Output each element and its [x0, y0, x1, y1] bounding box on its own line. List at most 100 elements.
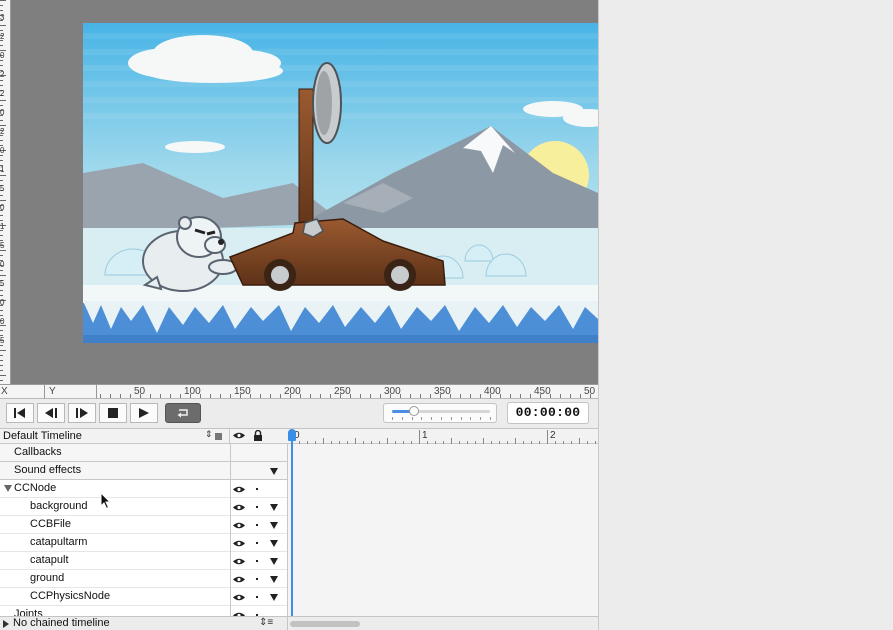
- disclosure-triangle-icon[interactable]: [4, 485, 12, 492]
- ruler-tick: [0, 175, 6, 176]
- keyframe-lane[interactable]: [288, 516, 598, 534]
- timeline-selector[interactable]: Default Timeline ⇕: [0, 429, 230, 444]
- timeline-row-sound-effects[interactable]: Sound effects: [0, 462, 598, 480]
- ruler-tick: [0, 155, 3, 156]
- ruler-tick: [360, 394, 361, 398]
- node-name-label: background: [30, 500, 88, 512]
- time-scale-label: 2: [550, 430, 556, 441]
- visibility-eye-icon[interactable]: [233, 575, 245, 584]
- timeline-row-catapultarm[interactable]: catapultarm: [0, 534, 598, 552]
- lock-toggle[interactable]: [256, 542, 258, 544]
- playback-speed-slider[interactable]: [383, 403, 497, 423]
- speed-slider-knob[interactable]: [408, 406, 419, 416]
- column-divider: [230, 552, 231, 570]
- ruler-tick-label: 0: [0, 108, 5, 117]
- ruler-tick-label: 0: [0, 317, 5, 326]
- lock-toggle[interactable]: [256, 560, 258, 562]
- ruler-tick: [510, 394, 511, 398]
- timeline-row-ccphysicsnode[interactable]: CCPhysicsNode: [0, 588, 598, 606]
- lock-toggle[interactable]: [256, 596, 258, 598]
- ruler-tick: [0, 215, 3, 216]
- ruler-tick: [270, 394, 271, 398]
- visibility-eye-icon[interactable]: [233, 593, 245, 602]
- footer-divider: [287, 617, 288, 630]
- column-divider: [287, 534, 288, 552]
- step-back-button[interactable]: [37, 403, 65, 423]
- property-menu-icon[interactable]: [270, 468, 278, 475]
- up-down-arrows-icon: ⇕: [205, 429, 213, 439]
- step-forward-button[interactable]: [68, 403, 96, 423]
- timeline-time-scale[interactable]: 012: [291, 429, 598, 444]
- column-divider: [287, 444, 288, 462]
- chained-timeline-dropdown-icon[interactable]: ⇕≡: [259, 617, 273, 628]
- keyframe-lane[interactable]: [288, 552, 598, 570]
- property-menu-icon[interactable]: [270, 504, 278, 511]
- ruler-tick: [280, 394, 281, 398]
- speed-slider-tick: [441, 417, 442, 420]
- timeline-row-callbacks[interactable]: Callbacks: [0, 444, 598, 462]
- timeline-row-ccnode[interactable]: CCNode: [0, 480, 598, 498]
- time-scale-label: 1: [422, 430, 428, 441]
- keyframe-lane[interactable]: [288, 480, 598, 498]
- property-menu-icon[interactable]: [270, 558, 278, 565]
- lock-toggle[interactable]: [256, 506, 258, 508]
- ruler-tick-label: 5: [0, 279, 5, 288]
- timeline-row-ground[interactable]: ground: [0, 570, 598, 588]
- keyframe-lane[interactable]: [288, 534, 598, 552]
- ruler-divider: [44, 385, 45, 399]
- keyframe-lane[interactable]: [288, 570, 598, 588]
- lock-toggle[interactable]: [256, 488, 258, 490]
- play-chain-icon[interactable]: [3, 620, 9, 628]
- visibility-eye-icon[interactable]: [233, 539, 245, 548]
- scene-preview[interactable]: [83, 23, 598, 343]
- visibility-eye-icon[interactable]: [233, 521, 245, 530]
- keyframe-lane[interactable]: [288, 588, 598, 606]
- ruler-tick: [420, 394, 421, 398]
- timeline-row-catapult[interactable]: catapult: [0, 552, 598, 570]
- node-name-label: CCBFile: [30, 518, 71, 530]
- property-menu-icon[interactable]: [270, 540, 278, 547]
- column-divider: [230, 570, 231, 588]
- skip-to-start-button[interactable]: [6, 403, 34, 423]
- keyframe-lane[interactable]: [288, 462, 598, 480]
- ruler-tick: [560, 394, 561, 398]
- timeline-menu-icon[interactable]: [215, 433, 222, 440]
- lock-toggle[interactable]: [256, 524, 258, 526]
- playhead-handle[interactable]: [288, 429, 296, 441]
- play-button[interactable]: [130, 403, 158, 423]
- ruler-tick-label: 450: [534, 386, 551, 397]
- timeline-row-ccbfile[interactable]: CCBFile: [0, 516, 598, 534]
- visibility-eye-icon[interactable]: [233, 557, 245, 566]
- time-scale-tick: [547, 430, 548, 444]
- loop-button[interactable]: [165, 403, 201, 423]
- speed-slider-ticks: [392, 417, 491, 420]
- stop-button[interactable]: [99, 403, 127, 423]
- speed-slider-tick: [490, 417, 491, 420]
- column-divider: [287, 516, 288, 534]
- timeline-horizontal-scrollbar[interactable]: [290, 621, 360, 627]
- property-menu-icon[interactable]: [270, 594, 278, 601]
- keyframe-lane[interactable]: [288, 498, 598, 516]
- ruler-tick-label: 0: [0, 298, 5, 307]
- lock-toggle[interactable]: [256, 578, 258, 580]
- ruler-tick: [0, 180, 3, 181]
- ruler-tick-label: 5: [0, 241, 5, 250]
- property-menu-icon[interactable]: [270, 576, 278, 583]
- node-name-label: catapultarm: [30, 536, 88, 548]
- ruler-tick: [460, 394, 461, 398]
- canvas-area[interactable]: 3 2 0 2 2 0 2 0 1 5 0 1 5 0 5 0 0 5: [0, 0, 598, 384]
- chained-timeline-label[interactable]: No chained timeline: [13, 617, 110, 629]
- ruler-tick: [0, 100, 6, 101]
- ruler-tick: [0, 375, 6, 376]
- step-back-icon: [45, 408, 57, 418]
- ruler-tick: [0, 310, 3, 311]
- visibility-eye-icon[interactable]: [233, 503, 245, 512]
- property-menu-icon[interactable]: [270, 522, 278, 529]
- ruler-tick: [210, 394, 211, 398]
- keyframe-lane[interactable]: [288, 444, 598, 462]
- scene-artwork: [83, 23, 598, 343]
- lock-icon: [254, 430, 262, 441]
- ruler-tick: [0, 140, 3, 141]
- visibility-eye-icon[interactable]: [233, 485, 245, 494]
- timeline-row-background[interactable]: background: [0, 498, 598, 516]
